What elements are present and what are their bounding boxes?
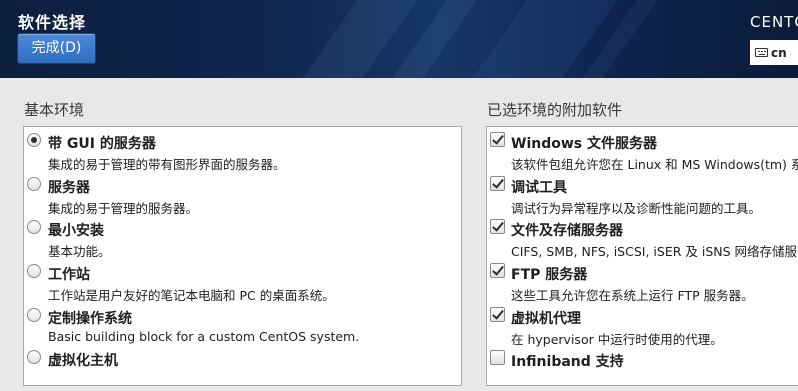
option-description: 工作站是用户友好的笔记本电脑和 PC 的桌面系统。 <box>48 288 335 303</box>
base-environment-list[interactable]: 带 GUI 的服务器 集成的易于管理的带有图形界面的服务器。 服务器 集成的易于… <box>23 126 462 386</box>
option-description: Basic building block for a custom CentOS… <box>48 329 360 344</box>
option-name: FTP 服务器 <box>511 267 588 283</box>
option-name: Infiniband 支持 <box>511 354 624 370</box>
checkbox[interactable] <box>490 350 505 365</box>
keyboard-layout-indicator[interactable]: cn <box>750 40 798 65</box>
option-name: 调试工具 <box>511 180 567 196</box>
addons-heading: 已选环境的附加软件 <box>487 101 623 119</box>
radio-button[interactable] <box>27 308 41 322</box>
option-description: 这些工具允许您在系统上运行 FTP 服务器。 <box>511 288 754 303</box>
radio-button[interactable] <box>27 133 41 147</box>
environment-option[interactable]: 最小安装 基本功能。 <box>24 216 461 260</box>
option-description: 调试行为异常程序以及诊断性能问题的工具。 <box>511 201 762 216</box>
keyboard-layout-label: cn <box>771 45 787 60</box>
header-bar: 软件选择 完成(D) CENTOS cn <box>0 0 798 78</box>
checkbox[interactable] <box>490 176 505 191</box>
page-title: 软件选择 <box>18 13 87 32</box>
keyboard-icon <box>755 48 768 57</box>
option-name: 最小安装 <box>48 223 104 239</box>
environment-option[interactable]: 带 GUI 的服务器 集成的易于管理的带有图形界面的服务器。 <box>24 129 461 173</box>
option-description: 在 hypervisor 中运行时使用的代理。 <box>511 332 723 347</box>
environment-option[interactable]: 虚拟化主机 <box>24 346 461 390</box>
radio-button[interactable] <box>27 220 41 234</box>
addon-option[interactable]: 调试工具 调试行为异常程序以及诊断性能问题的工具。 <box>487 173 798 217</box>
addon-option[interactable]: FTP 服务器 这些工具允许您在系统上运行 FTP 服务器。 <box>487 260 798 304</box>
product-name: CENTOS <box>750 13 798 31</box>
addon-option[interactable]: 虚拟机代理 在 hypervisor 中运行时使用的代理。 <box>487 304 798 348</box>
option-description: 基本功能。 <box>48 244 111 259</box>
radio-button[interactable] <box>27 264 41 278</box>
addons-list[interactable]: Windows 文件服务器 该软件包组允许您在 Linux 和 MS Windo… <box>486 126 798 386</box>
environment-option[interactable]: 工作站 工作站是用户友好的笔记本电脑和 PC 的桌面系统。 <box>24 260 461 304</box>
option-name: 虚拟机代理 <box>511 311 581 327</box>
option-name: 服务器 <box>48 180 90 196</box>
option-name: 文件及存储服务器 <box>511 223 623 239</box>
option-name: 虚拟化主机 <box>48 353 118 369</box>
addon-option[interactable]: 文件及存储服务器 CIFS, SMB, NFS, iSCSI, iSER 及 i… <box>487 216 798 260</box>
option-description: CIFS, SMB, NFS, iSCSI, iSER 及 iSNS 网络存储服 <box>511 244 798 259</box>
radio-button[interactable] <box>27 177 41 191</box>
radio-button[interactable] <box>27 350 41 364</box>
option-name: Windows 文件服务器 <box>511 136 657 152</box>
option-name: 定制操作系统 <box>48 311 132 327</box>
option-description: 集成的易于管理的服务器。 <box>48 201 199 216</box>
option-name: 带 GUI 的服务器 <box>48 136 156 152</box>
done-button[interactable]: 完成(D) <box>17 33 96 64</box>
addon-option[interactable]: Infiniband 支持 <box>487 347 798 391</box>
option-description: 集成的易于管理的带有图形界面的服务器。 <box>48 157 286 172</box>
option-name: 工作站 <box>48 267 90 283</box>
base-environment-heading: 基本环境 <box>24 101 85 119</box>
checkbox[interactable] <box>490 219 505 234</box>
option-description: 该软件包组允许您在 Linux 和 MS Windows(tm) 系 <box>511 157 798 172</box>
checkbox[interactable] <box>490 307 505 322</box>
addon-option[interactable]: Windows 文件服务器 该软件包组允许您在 Linux 和 MS Windo… <box>487 129 798 173</box>
checkbox[interactable] <box>490 263 505 278</box>
checkbox[interactable] <box>490 132 505 147</box>
environment-option[interactable]: 服务器 集成的易于管理的服务器。 <box>24 173 461 217</box>
environment-option[interactable]: 定制操作系统 Basic building block for a custom… <box>24 304 461 348</box>
